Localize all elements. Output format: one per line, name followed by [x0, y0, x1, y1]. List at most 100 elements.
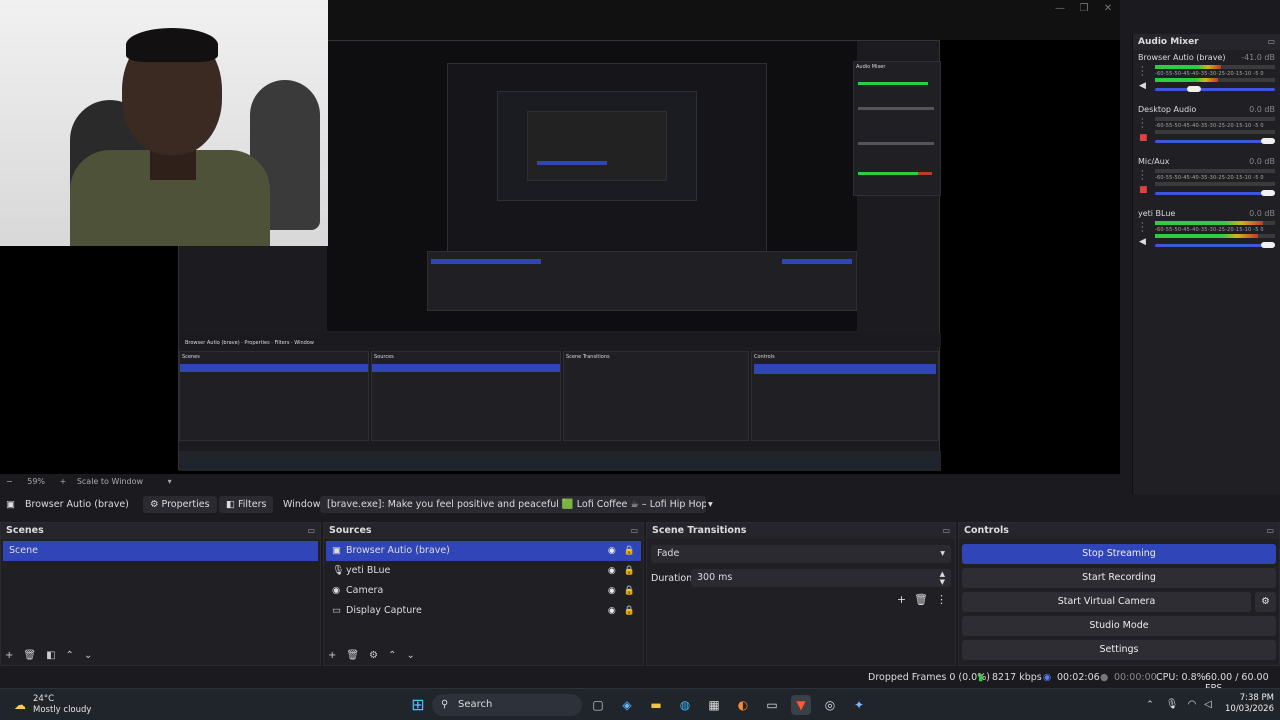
source-item[interactable]: ◉ Camera ◉ 🔒: [326, 581, 641, 601]
volume-slider-handle[interactable]: [1261, 190, 1275, 196]
brave-icon[interactable]: ▼: [791, 695, 811, 715]
weather-widget[interactable]: 24°C Mostly cloudy: [33, 694, 91, 716]
visibility-eye-icon[interactable]: ◉: [608, 546, 616, 556]
duration-field[interactable]: 300 ms ▲ ▼: [691, 569, 951, 587]
weather-desc: Mostly cloudy: [33, 705, 92, 715]
channel-options-icon[interactable]: · · ·: [1141, 116, 1144, 132]
speaker-icon[interactable]: ◀: [1139, 81, 1146, 91]
spin-arrows-icon[interactable]: ▲ ▼: [940, 570, 945, 586]
filters-button[interactable]: ◧ Filters: [219, 496, 274, 513]
zoom-out-icon[interactable]: −: [6, 477, 13, 486]
undock-icon[interactable]: ▭: [1267, 34, 1275, 50]
undock-icon[interactable]: ▭: [1266, 523, 1274, 539]
edge-icon[interactable]: ◍: [675, 695, 695, 715]
scale-mode-select[interactable]: Scale to Window: [77, 477, 143, 486]
chevron-down-icon[interactable]: ▾: [168, 477, 172, 486]
start-recording-button[interactable]: Start Recording: [962, 568, 1276, 588]
volume-slider-handle[interactable]: [1186, 86, 1201, 92]
lock-icon[interactable]: 🔒: [624, 586, 635, 596]
channel-options-icon[interactable]: · · ·: [1141, 64, 1144, 80]
source-item[interactable]: ▣ Browser Autio (brave) ◉ 🔒: [326, 541, 641, 561]
volume-slider[interactable]: [1155, 86, 1275, 92]
visibility-eye-icon[interactable]: ◉: [608, 606, 616, 616]
volume-slider-handle[interactable]: [1261, 242, 1275, 248]
tray-overflow-icon[interactable]: ⌃: [1140, 695, 1160, 715]
file-explorer-icon[interactable]: ▬: [646, 695, 666, 715]
record-icon: ●: [1100, 672, 1109, 683]
volume-icon[interactable]: ◁: [1198, 695, 1218, 715]
window-label: Window: [283, 499, 321, 510]
trash-icon[interactable]: 🗑: [914, 593, 928, 606]
transition-select[interactable]: Fade ▾: [651, 545, 951, 563]
nested-preview: [327, 41, 857, 331]
undock-icon[interactable]: ▭: [630, 523, 638, 539]
source-item[interactable]: 🎙 yeti BLue ◉ 🔒: [326, 561, 641, 581]
muted-speaker-icon[interactable]: ■: [1139, 185, 1148, 195]
scenes-dock: Scenes ▭ Scene + 🗑 ◧ ⌃ ⌄: [0, 522, 321, 666]
minimize-icon[interactable]: —: [1048, 3, 1072, 14]
add-icon[interactable]: +: [328, 650, 336, 661]
move-up-icon[interactable]: ⌃: [66, 650, 74, 661]
filter-icon[interactable]: ◧: [46, 650, 55, 661]
system-clock[interactable]: 7:38 PM 10/03/2026: [1225, 693, 1274, 715]
windows-start-icon[interactable]: ⊞: [408, 695, 428, 715]
meter-scale: -60-55-50-45-40-35-30-25-20-15-10 -5 0: [1155, 175, 1264, 181]
terminal-icon[interactable]: ▭: [762, 695, 782, 715]
speaker-icon[interactable]: ◀: [1139, 237, 1146, 247]
channel-options-icon[interactable]: · · ·: [1141, 220, 1144, 236]
muted-speaker-icon[interactable]: ■: [1139, 133, 1148, 143]
scene-item[interactable]: Scene: [3, 541, 318, 561]
properties-button[interactable]: ⚙ Properties: [143, 496, 217, 513]
sources-footer: + 🗑 ⚙ ⌃ ⌄: [328, 650, 425, 661]
chevron-down-icon[interactable]: ▾: [708, 496, 713, 513]
maximize-icon[interactable]: ❐: [1072, 3, 1096, 14]
obs-icon[interactable]: ◎: [820, 695, 840, 715]
window-select[interactable]: [brave.exe]: Make you feel positive and …: [320, 496, 706, 513]
zoom-in-icon[interactable]: +: [60, 477, 67, 486]
move-down-icon[interactable]: ⌄: [406, 650, 414, 661]
lock-icon[interactable]: 🔒: [624, 566, 635, 576]
gear-icon[interactable]: ⚙: [369, 650, 378, 661]
gear-icon: ⚙: [150, 499, 162, 510]
channel-options-icon[interactable]: · · ·: [1141, 168, 1144, 184]
lock-icon[interactable]: 🔒: [624, 546, 635, 556]
stop-streaming-button[interactable]: Stop Streaming: [962, 544, 1276, 564]
more-options-icon[interactable]: ⋮: [936, 593, 947, 606]
start-virtual-camera-button[interactable]: Start Virtual Camera: [962, 592, 1251, 612]
zoom-level: 59%: [27, 477, 46, 486]
source-type-icon: ▣: [6, 499, 15, 510]
volume-slider[interactable]: [1155, 242, 1275, 248]
source-item[interactable]: ▭ Display Capture ◉ 🔒: [326, 601, 641, 621]
visibility-eye-icon[interactable]: ◉: [608, 566, 616, 576]
add-icon[interactable]: +: [897, 593, 906, 606]
camera-icon: ◉: [332, 585, 341, 596]
store-icon[interactable]: ▦: [704, 695, 724, 715]
move-down-icon[interactable]: ⌄: [84, 650, 92, 661]
visibility-eye-icon[interactable]: ◉: [608, 586, 616, 596]
preview-canvas[interactable]: — ❐ ✕ Audio Mixer Browser Autio (brave) …: [0, 0, 1120, 474]
trash-icon[interactable]: 🗑: [23, 650, 36, 661]
mixer-channel-db: 0.0 dB: [1249, 157, 1275, 166]
lock-icon[interactable]: 🔒: [624, 606, 635, 616]
steam-icon[interactable]: ✦: [849, 695, 869, 715]
settings-button[interactable]: Settings: [962, 640, 1276, 660]
taskbar-search[interactable]: ⚲ Search: [432, 694, 582, 716]
volume-slider[interactable]: [1155, 138, 1275, 144]
volume-slider[interactable]: [1155, 190, 1275, 196]
meter-scale: -60-55-50-45-40-35-30-25-20-15-10 -5 0: [1155, 123, 1264, 129]
virtual-camera-settings-button[interactable]: ⚙: [1255, 592, 1276, 612]
task-view-icon[interactable]: ▢: [588, 695, 608, 715]
firefox-icon[interactable]: ◐: [733, 695, 753, 715]
close-icon[interactable]: ✕: [1096, 3, 1120, 14]
microphone-icon[interactable]: 🎙: [1162, 695, 1182, 715]
undock-icon[interactable]: ▭: [942, 523, 950, 539]
studio-mode-button[interactable]: Studio Mode: [962, 616, 1276, 636]
move-up-icon[interactable]: ⌃: [388, 650, 396, 661]
widgets-icon[interactable]: ◈: [617, 695, 637, 715]
weather-icon[interactable]: ☁: [10, 695, 30, 715]
add-icon[interactable]: +: [5, 650, 13, 661]
trash-icon[interactable]: 🗑: [346, 650, 359, 661]
undock-icon[interactable]: ▭: [307, 523, 315, 539]
meter-scale: -60-55-50-45-40-35-30-25-20-15-10 -5 0: [1155, 227, 1264, 233]
volume-slider-handle[interactable]: [1261, 138, 1275, 144]
